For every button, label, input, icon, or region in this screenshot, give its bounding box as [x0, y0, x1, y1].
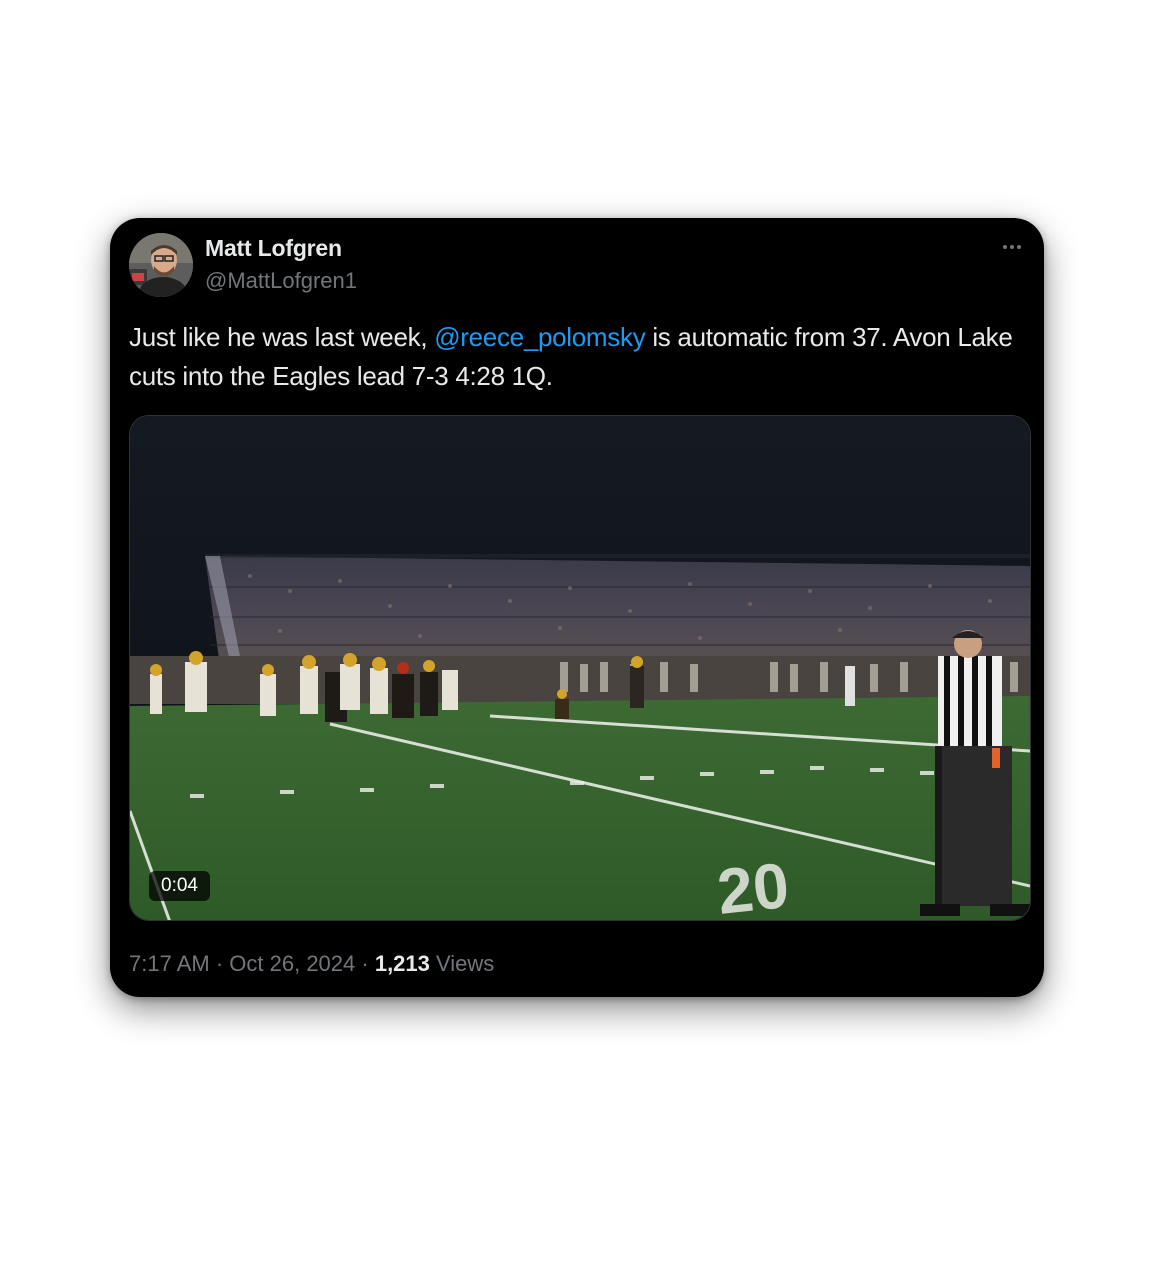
views-label: Views: [429, 951, 495, 976]
meta-separator: ·: [355, 951, 375, 976]
video-player[interactable]: 20 0:04: [129, 415, 1031, 921]
tweet-text: Just like he was last week, @reece_polom…: [129, 318, 1029, 396]
more-horizontal-icon-dot: [1017, 245, 1021, 249]
tweet-time[interactable]: 7:17 AM: [129, 951, 210, 976]
more-horizontal-icon-dot: [1010, 245, 1014, 249]
video-duration-badge: 0:04: [149, 871, 210, 901]
tweet-date[interactable]: Oct 26, 2024: [229, 951, 355, 976]
more-horizontal-icon: [1003, 245, 1007, 249]
meta-separator: ·: [209, 951, 230, 976]
more-options-button[interactable]: [997, 234, 1027, 260]
views-count: 1,213: [374, 951, 430, 976]
display-name[interactable]: Matt Lofgren: [205, 235, 342, 262]
user-handle[interactable]: @MattLofgren1: [205, 268, 357, 294]
avatar-image: [129, 233, 193, 297]
tweet-card[interactable]: Matt Lofgren @MattLofgren1 Just like he …: [110, 218, 1044, 997]
yard-marker: 20: [714, 849, 792, 921]
video-thumbnail: 20: [130, 416, 1030, 921]
avatar[interactable]: [129, 233, 193, 297]
tweet-metadata: 7:17 AM · Oct 26, 2024 · 1,213 Views: [129, 951, 494, 977]
mention-link[interactable]: @reece_polomsky: [434, 322, 646, 352]
tweet-text-part: Just like he was last week,: [129, 322, 435, 352]
